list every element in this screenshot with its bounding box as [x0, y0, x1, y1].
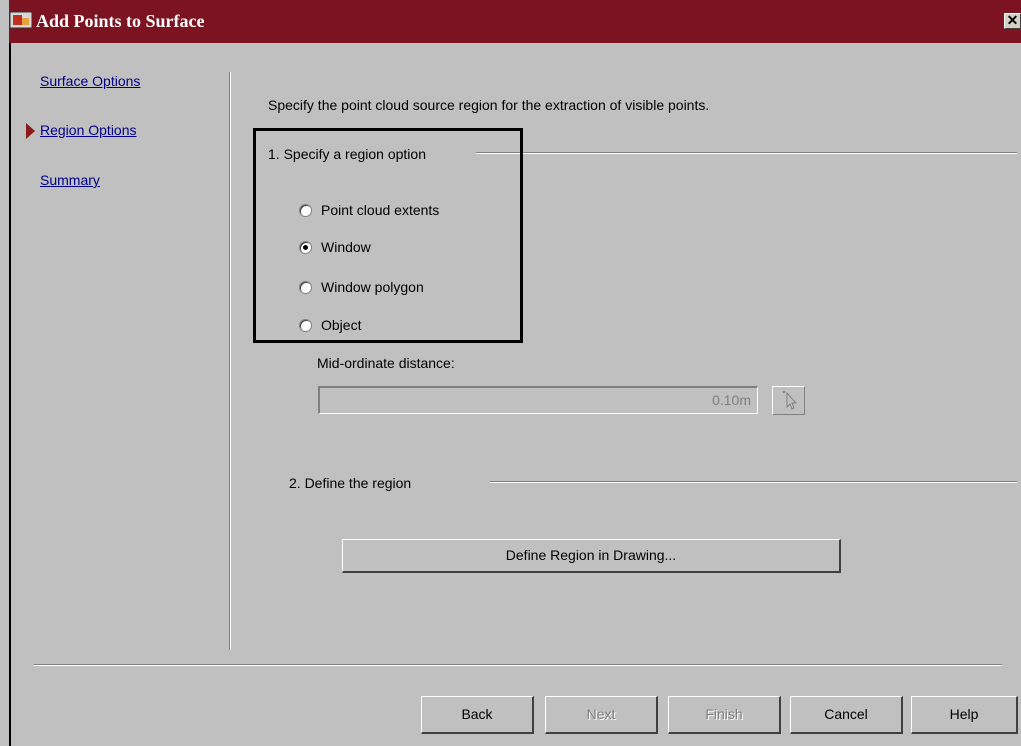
define-region-in-drawing-button[interactable]: Define Region in Drawing... [342, 539, 841, 573]
nav-item-summary[interactable]: Summary [40, 172, 100, 188]
midordinate-label: Mid-ordinate distance: [317, 355, 455, 371]
next-button[interactable]: Next [545, 696, 658, 734]
section-2-divider [490, 481, 1017, 483]
back-button[interactable]: Back [421, 696, 534, 734]
pick-in-drawing-button[interactable] [772, 386, 805, 415]
current-step-arrow-icon [26, 123, 35, 139]
footer-divider [34, 664, 1002, 666]
annotation-highlight-box [253, 128, 523, 343]
nav-item-region-options[interactable]: Region Options [40, 122, 137, 138]
nav-item-surface-options[interactable]: Surface Options [40, 73, 140, 89]
autodesk-app-icon [9, 10, 33, 30]
cancel-button[interactable]: Cancel [790, 696, 903, 734]
section-1-divider [476, 152, 1017, 154]
window-title: Add Points to Surface [36, 11, 205, 31]
help-button[interactable]: Help [911, 696, 1018, 734]
window-border [9, 43, 11, 746]
finish-button[interactable]: Finish [668, 696, 781, 734]
vertical-divider [229, 72, 231, 650]
section-2-title: 2. Define the region [289, 475, 412, 491]
instruction-text: Specify the point cloud source region fo… [268, 97, 710, 113]
close-icon[interactable]: ✕ [1004, 13, 1021, 29]
midordinate-distance-field[interactable]: 0.10m [318, 386, 758, 414]
cursor-pick-icon [783, 391, 798, 410]
